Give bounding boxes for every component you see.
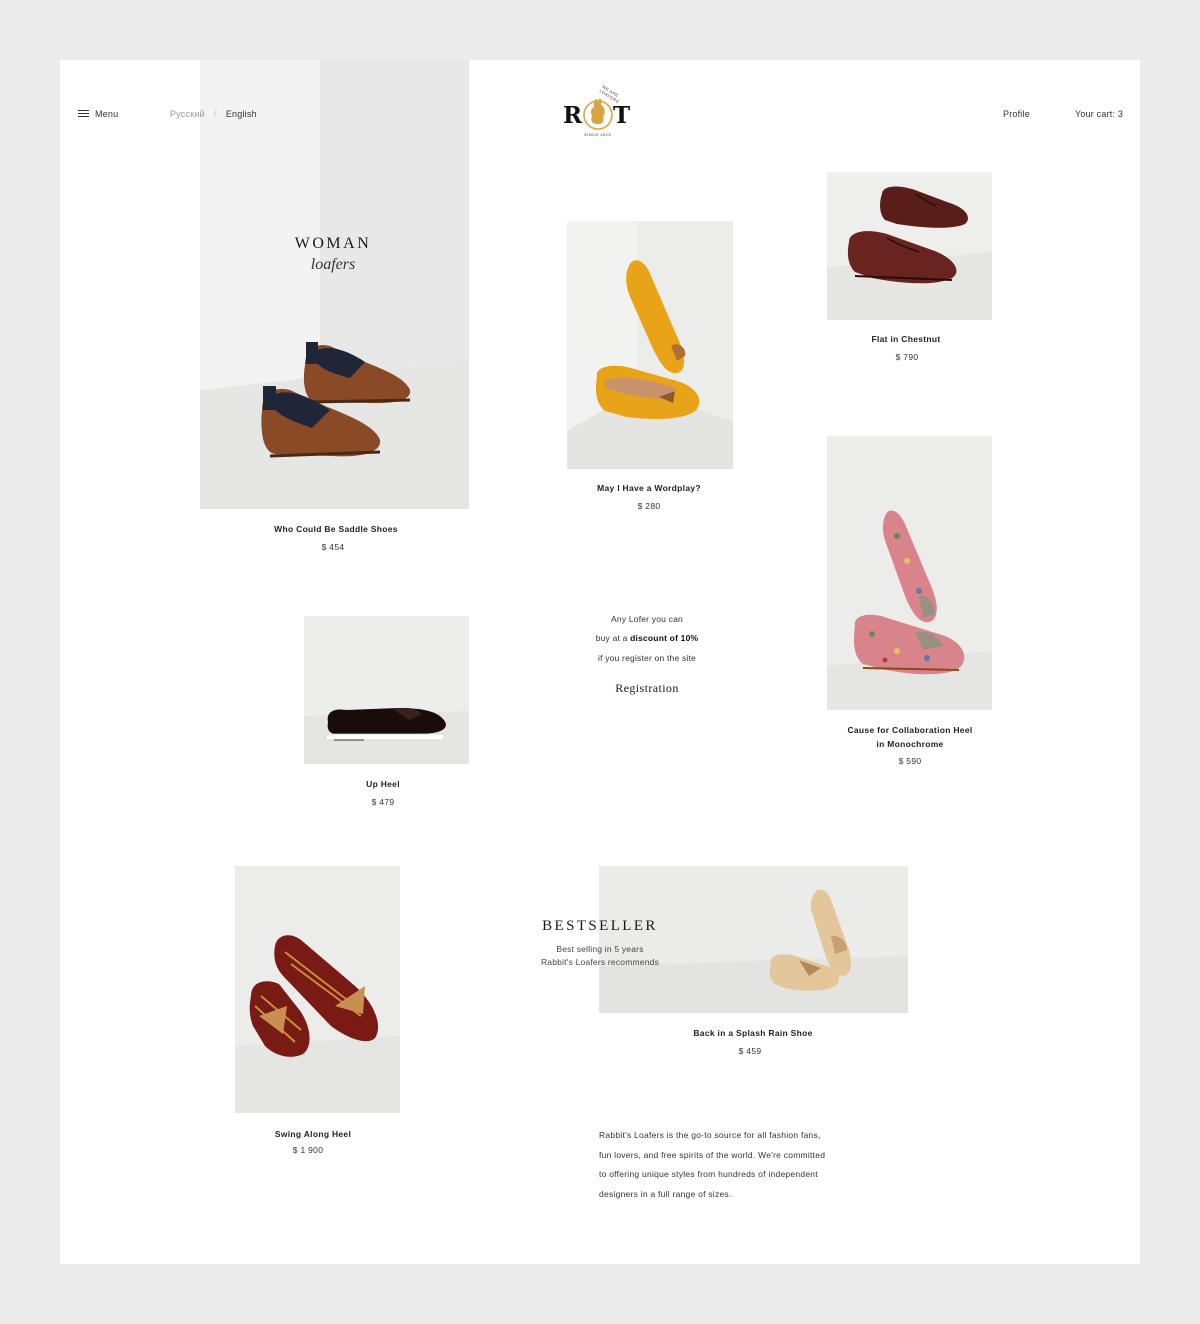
page: Menu Русский / English R T WE ARE LOAFER… xyxy=(60,60,1140,1264)
product-name-line-2[interactable]: in Monochrome xyxy=(830,739,990,749)
hero-title: WOMAN xyxy=(294,235,372,252)
hero-image xyxy=(200,60,469,509)
product-name[interactable]: Cause for Collaboration Heel xyxy=(830,725,990,735)
promo-discount: discount of 10% xyxy=(630,633,699,643)
product-name[interactable]: May I Have a Wordplay? xyxy=(569,483,729,493)
product-price: $ 454 xyxy=(321,542,345,552)
logo[interactable]: R T WE ARE LOAFERS SINCE 2015 xyxy=(560,84,638,143)
product-name[interactable]: Who Could Be Saddle Shoes xyxy=(250,524,422,534)
registration-link[interactable]: Registration xyxy=(587,681,707,696)
product-price: $ 479 xyxy=(371,797,395,807)
promo-line-3: if you register on the site xyxy=(597,653,696,663)
menu-label: Menu xyxy=(95,109,119,119)
menu-icon xyxy=(78,110,89,118)
about-line: to offering unique styles from hundreds … xyxy=(599,1169,818,1179)
product-name[interactable]: Swing Along Heel xyxy=(263,1129,363,1139)
language-switcher: Русский / English xyxy=(170,108,257,120)
product-image[interactable] xyxy=(235,866,400,1113)
about-line: designers in a full range of sizes. xyxy=(599,1188,732,1199)
language-english[interactable]: English xyxy=(226,109,257,119)
product-price: $ 790 xyxy=(895,352,919,362)
profile-link[interactable]: Profile xyxy=(1003,109,1030,119)
product-price: $ 590 xyxy=(898,756,922,766)
language-russian[interactable]: Русский xyxy=(170,109,205,119)
bestseller-image[interactable] xyxy=(599,866,908,1013)
product-price: $ 459 xyxy=(738,1046,762,1056)
cart-link[interactable]: Your cart: 3 xyxy=(1075,109,1123,119)
product-image[interactable] xyxy=(304,616,469,764)
product-image[interactable] xyxy=(827,172,992,320)
logo-arc-bottom: SINCE 2015 xyxy=(584,132,612,137)
promo-line-2-prefix: buy at a xyxy=(595,633,631,643)
product-image[interactable] xyxy=(567,221,733,469)
about-line: fun lovers, and free spirits of the worl… xyxy=(599,1149,826,1160)
product-price: $ 280 xyxy=(637,501,661,511)
menu-button[interactable]: Menu xyxy=(78,109,118,119)
about-text: Rabbit's Loafers is the go-to source for… xyxy=(599,1126,859,1204)
bestseller-title: BESTSELLER xyxy=(542,918,658,934)
product-image[interactable] xyxy=(827,436,992,710)
bestseller-line-1: Best selling in 5 years xyxy=(556,944,644,954)
hero-subtitle: loafers xyxy=(310,256,356,273)
about-line: Rabbit's Loafers is the go-to source for… xyxy=(599,1130,821,1140)
product-name[interactable]: Up Heel xyxy=(343,779,423,789)
product-name[interactable]: Flat in Chestnut xyxy=(846,334,966,344)
bestseller-line-2: Rabbit's Loafers recommends xyxy=(540,957,660,967)
promo-line-1: Any Lofer you can xyxy=(611,614,683,624)
product-price: $ 1 900 xyxy=(292,1145,324,1155)
product-name[interactable]: Back in a Splash Rain Shoe xyxy=(673,1028,833,1038)
logo-letter-left: R xyxy=(563,102,583,129)
language-separator: / xyxy=(213,108,217,120)
promo-line-2: buy at a discount of 10% xyxy=(557,633,737,643)
